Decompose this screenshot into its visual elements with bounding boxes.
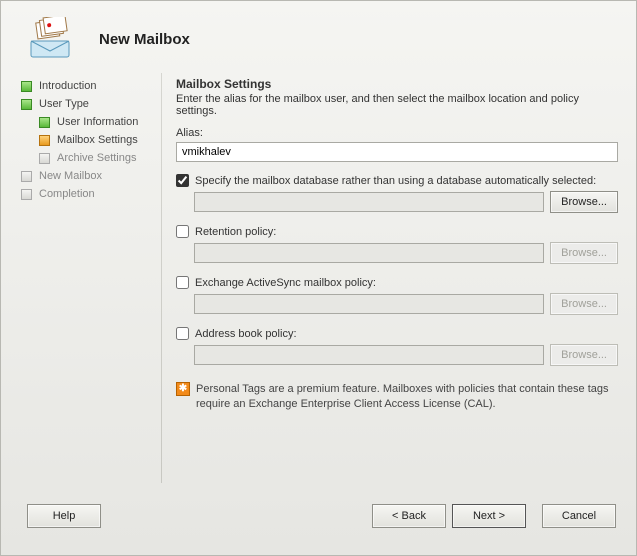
- sidebar-item-label: Introduction: [39, 80, 96, 92]
- specify-db-input[interactable]: [194, 192, 544, 212]
- wizard-window: New Mailbox Introduction User Type User …: [0, 0, 637, 556]
- eas-label: Exchange ActiveSync mailbox policy:: [195, 277, 376, 289]
- sidebar-item-new-mailbox[interactable]: New Mailbox: [21, 167, 161, 185]
- sidebar-item-label: Mailbox Settings: [57, 134, 138, 146]
- step-icon: [21, 99, 32, 110]
- premium-note-text: Personal Tags are a premium feature. Mai…: [196, 382, 618, 412]
- step-icon: [39, 153, 50, 164]
- specify-db-label: Specify the mailbox database rather than…: [195, 175, 596, 187]
- abp-checkbox[interactable]: [176, 327, 189, 340]
- abp-row: Address book policy:: [176, 327, 618, 340]
- mailbox-icon: [27, 17, 75, 61]
- sidebar-item-label: Archive Settings: [57, 152, 136, 164]
- retention-browse-button: Browse...: [550, 242, 618, 264]
- retention-input: [194, 243, 544, 263]
- back-button[interactable]: < Back: [372, 504, 446, 528]
- specify-db-browse-button[interactable]: Browse...: [550, 191, 618, 213]
- section-title: Mailbox Settings: [176, 77, 618, 91]
- abp-browse-button: Browse...: [550, 344, 618, 366]
- step-icon: [21, 81, 32, 92]
- premium-note: ✱ Personal Tags are a premium feature. M…: [176, 382, 618, 412]
- eas-browse-row: Browse...: [176, 293, 618, 315]
- next-button[interactable]: Next >: [452, 504, 526, 528]
- alias-input[interactable]: [176, 142, 618, 162]
- step-icon: [39, 117, 50, 128]
- step-icon: [21, 189, 32, 200]
- sidebar-item-archive-settings[interactable]: Archive Settings: [21, 149, 161, 167]
- sidebar-item-user-information[interactable]: User Information: [21, 113, 161, 131]
- abp-input: [194, 345, 544, 365]
- sidebar-item-label: Completion: [39, 188, 95, 200]
- sidebar-item-user-type[interactable]: User Type: [21, 95, 161, 113]
- footer: Help < Back Next > Cancel: [1, 491, 636, 555]
- retention-checkbox[interactable]: [176, 225, 189, 238]
- sidebar-item-label: New Mailbox: [39, 170, 102, 182]
- retention-row: Retention policy:: [176, 225, 618, 238]
- warning-icon: ✱: [176, 382, 190, 396]
- sidebar-item-mailbox-settings[interactable]: Mailbox Settings: [21, 131, 161, 149]
- sidebar-item-label: User Type: [39, 98, 89, 110]
- retention-label: Retention policy:: [195, 226, 276, 238]
- sidebar-item-completion[interactable]: Completion: [21, 185, 161, 203]
- main-panel: Mailbox Settings Enter the alias for the…: [162, 73, 636, 483]
- retention-browse-row: Browse...: [176, 242, 618, 264]
- eas-browse-button: Browse...: [550, 293, 618, 315]
- step-icon: [21, 171, 32, 182]
- specify-db-checkbox[interactable]: [176, 174, 189, 187]
- cancel-button[interactable]: Cancel: [542, 504, 616, 528]
- specify-db-browse-row: Browse...: [176, 191, 618, 213]
- abp-label: Address book policy:: [195, 328, 297, 340]
- section-description: Enter the alias for the mailbox user, an…: [176, 93, 618, 117]
- eas-checkbox[interactable]: [176, 276, 189, 289]
- abp-browse-row: Browse...: [176, 344, 618, 366]
- eas-input: [194, 294, 544, 314]
- specify-db-row: Specify the mailbox database rather than…: [176, 174, 618, 187]
- sidebar-item-introduction[interactable]: Introduction: [21, 77, 161, 95]
- sidebar: Introduction User Type User Information …: [1, 73, 161, 483]
- body: Introduction User Type User Information …: [1, 73, 636, 483]
- alias-label: Alias:: [176, 127, 618, 139]
- header: New Mailbox: [1, 1, 636, 73]
- help-button[interactable]: Help: [27, 504, 101, 528]
- step-icon: [39, 135, 50, 146]
- sidebar-item-label: User Information: [57, 116, 138, 128]
- eas-row: Exchange ActiveSync mailbox policy:: [176, 276, 618, 289]
- wizard-title: New Mailbox: [99, 31, 190, 48]
